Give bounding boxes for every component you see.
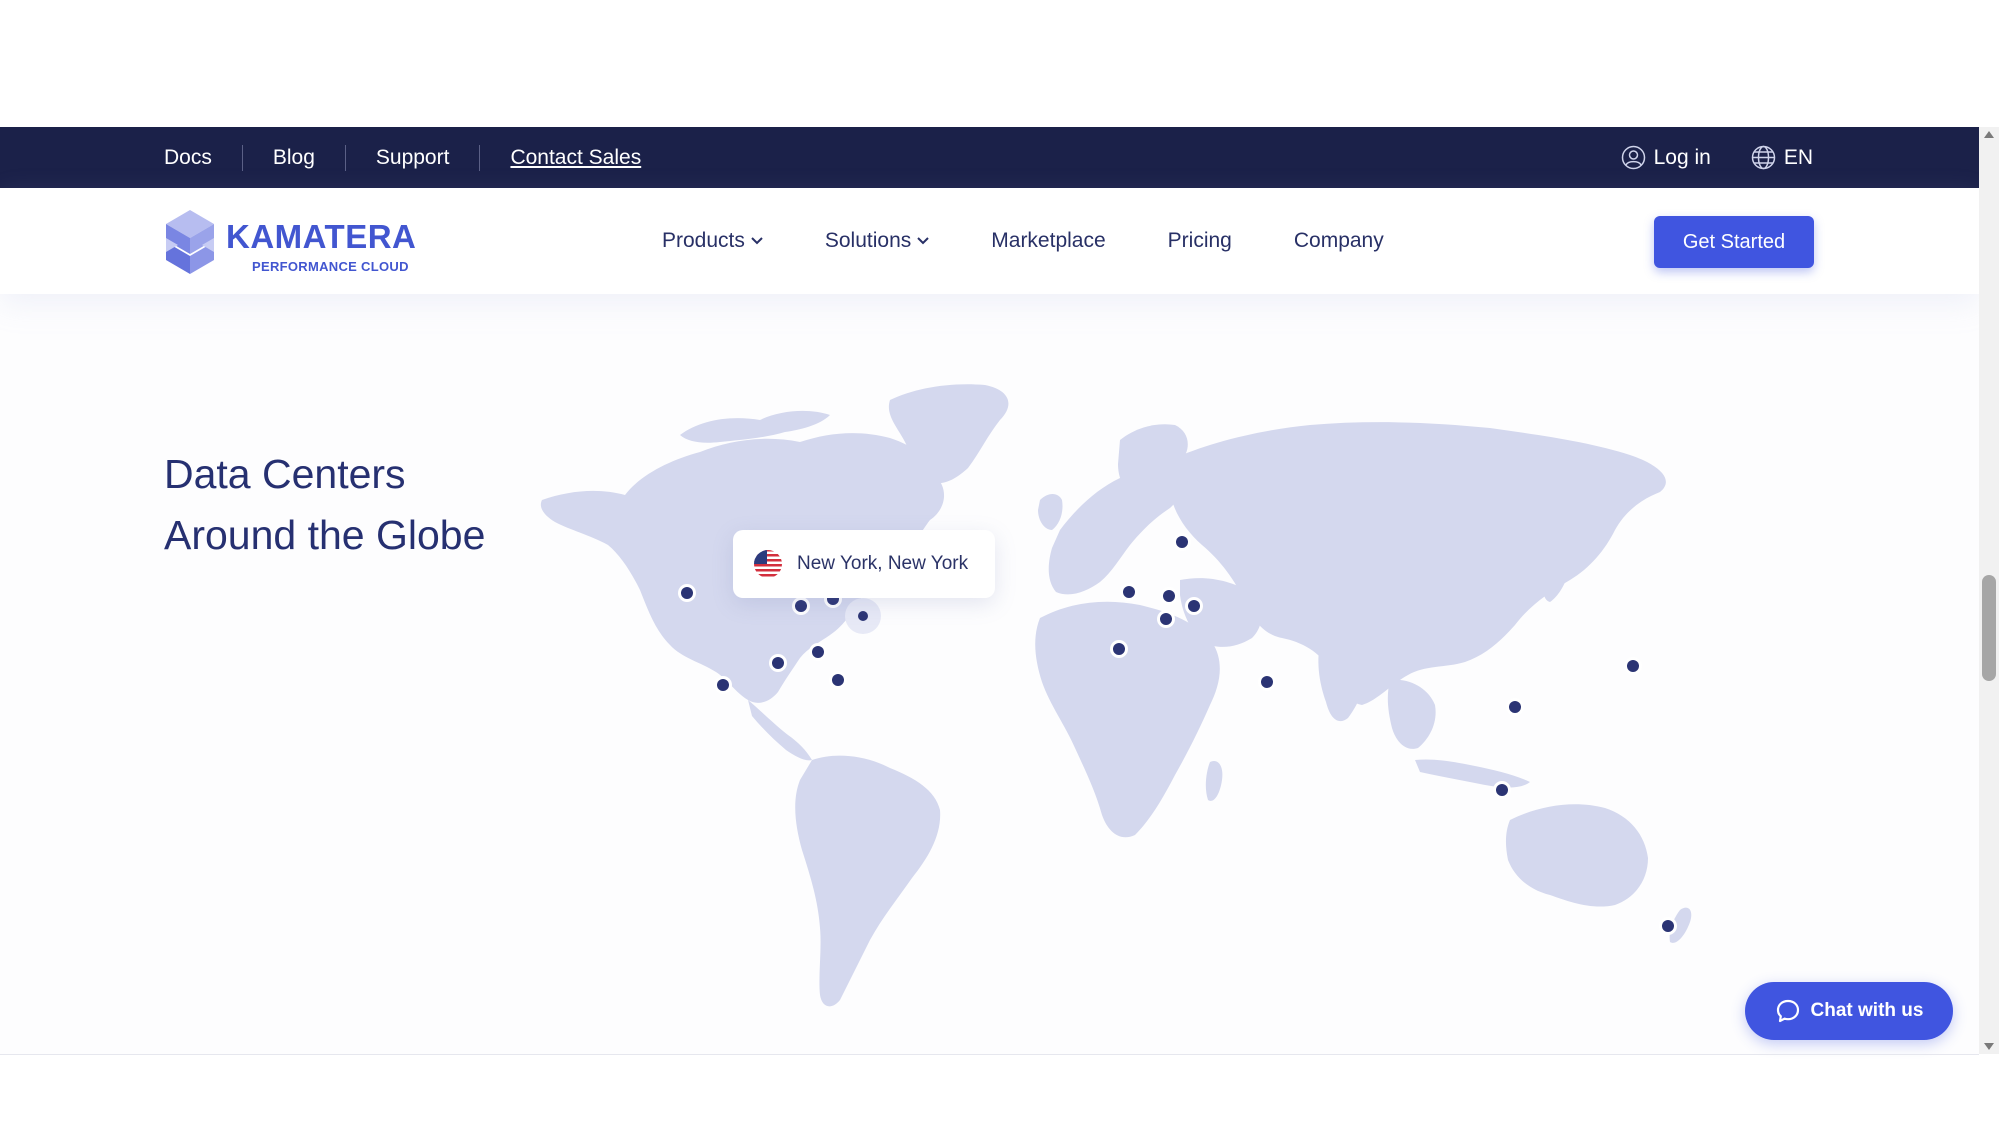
main-navigation: KAMATERA PERFORMANCE CLOUD Products Solu…	[0, 188, 1979, 294]
map-madagascar	[1205, 760, 1223, 801]
map-uk	[1038, 494, 1063, 530]
logo-mark-icon	[166, 210, 214, 274]
heading-line-2: Around the Globe	[164, 512, 486, 558]
page-scrollbar[interactable]	[1979, 127, 1999, 1054]
marker-stockholm[interactable]	[1173, 533, 1191, 551]
chat-with-us-button[interactable]: Chat with us	[1745, 982, 1953, 1040]
nav-solutions[interactable]: Solutions	[825, 229, 929, 253]
marker-singapore[interactable]	[1493, 781, 1511, 799]
map-central-america	[748, 700, 812, 761]
support-link[interactable]: Support	[344, 144, 480, 171]
docs-link[interactable]: Docs	[164, 145, 242, 171]
logo-wordmark: KAMATERA	[226, 218, 417, 255]
marker-sydney[interactable]	[1659, 917, 1677, 935]
marker-atlanta[interactable]	[809, 643, 827, 661]
map-indonesia	[1415, 759, 1530, 788]
nav-company[interactable]: Company	[1294, 229, 1384, 253]
marker-amsterdam[interactable]	[1160, 587, 1178, 605]
marker-tokyo[interactable]	[1624, 657, 1642, 675]
nav-products[interactable]: Products	[662, 229, 763, 253]
map-asia	[1170, 422, 1666, 705]
heading-line-1: Data Centers	[164, 451, 406, 497]
map-europe	[1048, 460, 1186, 595]
nav-solutions-label: Solutions	[824, 229, 912, 252]
chat-label: Chat with us	[1810, 1000, 1924, 1021]
kamatera-logo[interactable]: KAMATERA PERFORMANCE CLOUD	[164, 208, 417, 278]
scrollbar-thumb[interactable]	[1982, 575, 1996, 681]
globe-icon	[1751, 145, 1776, 170]
utility-right: Log in EN	[1621, 127, 1813, 188]
us-flag-icon	[754, 550, 782, 578]
marker-london[interactable]	[1120, 583, 1138, 601]
chevron-down-icon	[917, 237, 929, 245]
section-heading: Data Centers Around the Globe	[164, 444, 485, 566]
world-map	[540, 384, 1692, 1007]
blog-link[interactable]: Blog	[241, 144, 345, 171]
utility-links: Docs Blog Support Contact Sales	[164, 127, 671, 188]
marker-seattle[interactable]	[678, 584, 696, 602]
nav-products-label: Products	[662, 229, 745, 252]
nav-marketplace-label: Marketplace	[991, 229, 1106, 252]
nav-company-label: Company	[1293, 229, 1384, 252]
language-selector[interactable]: EN	[1751, 145, 1813, 170]
location-tooltip: New York, New York	[733, 530, 995, 598]
map-southeast-asia	[1387, 679, 1436, 749]
chevron-down-icon	[751, 237, 763, 245]
scroll-up-icon[interactable]	[1984, 131, 1994, 138]
marker-new-york[interactable]	[845, 598, 881, 634]
marker-frankfurt[interactable]	[1157, 610, 1175, 628]
map-arctic-islands	[680, 410, 830, 443]
marker-hong-kong[interactable]	[1506, 698, 1524, 716]
chat-bubble-icon	[1776, 999, 1799, 1023]
map-india	[1318, 640, 1366, 722]
marker-dallas[interactable]	[769, 654, 787, 672]
login-label: Log in	[1653, 145, 1711, 169]
get-started-button[interactable]: Get Started	[1654, 216, 1814, 268]
marker-chicago[interactable]	[792, 597, 810, 615]
marker-los-angeles[interactable]	[714, 676, 732, 694]
scroll-down-icon[interactable]	[1984, 1043, 1994, 1050]
user-icon	[1621, 145, 1646, 170]
logo-tagline: PERFORMANCE CLOUD	[252, 259, 409, 274]
nav-marketplace[interactable]: Marketplace	[991, 229, 1105, 253]
marker-tel-aviv[interactable]	[1258, 673, 1276, 691]
nav-pricing-label: Pricing	[1167, 229, 1232, 252]
tooltip-location-label: New York, New York	[797, 553, 969, 574]
login-link[interactable]: Log in	[1621, 145, 1711, 170]
map-australia	[1505, 804, 1648, 907]
section-divider	[0, 1054, 1979, 1055]
top-utility-bar: Docs Blog Support Contact Sales Log in E…	[0, 127, 1979, 188]
primary-nav: Products Solutions Marketplace Pricing C…	[662, 188, 1384, 294]
contact-sales-link[interactable]: Contact Sales	[479, 144, 671, 171]
marker-madrid[interactable]	[1110, 640, 1128, 658]
map-south-america	[795, 755, 941, 1007]
nav-pricing[interactable]: Pricing	[1168, 229, 1232, 253]
marker-warsaw[interactable]	[1185, 597, 1203, 615]
marker-miami[interactable]	[829, 671, 847, 689]
map-africa	[1035, 601, 1220, 838]
language-label: EN	[1783, 145, 1813, 169]
